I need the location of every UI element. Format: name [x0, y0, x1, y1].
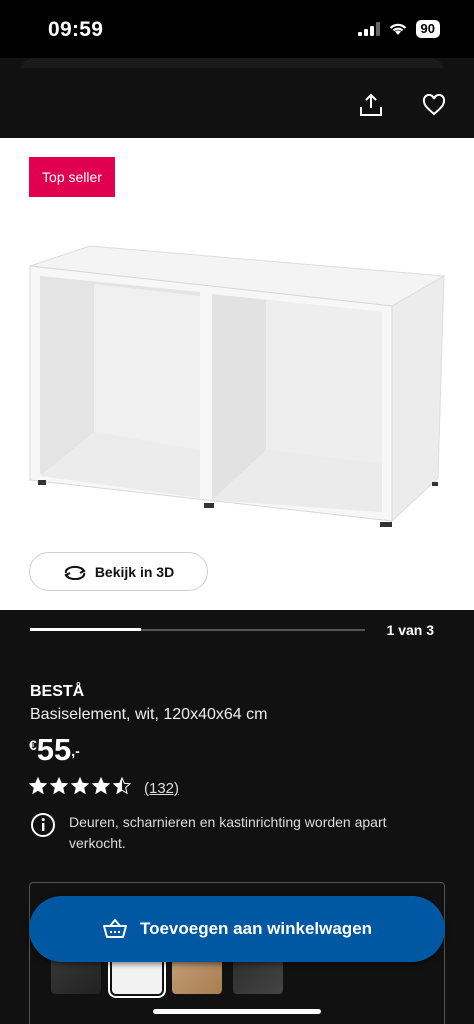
product-price: € 55 ,-	[29, 733, 80, 767]
wifi-icon	[389, 23, 406, 35]
star-icon	[70, 776, 90, 800]
star-icon	[112, 776, 132, 800]
add-to-cart-button[interactable]: Toevoegen aan winkelwagen	[29, 896, 445, 962]
heart-icon	[422, 94, 446, 116]
price-suffix: ,-	[71, 743, 80, 759]
battery-indicator: 90	[415, 20, 440, 38]
top-seller-badge: Top seller	[29, 157, 115, 197]
rating-stars	[28, 776, 132, 800]
star-icon	[49, 776, 69, 800]
gallery-progress	[30, 628, 365, 631]
status-bar: 09:59 90	[0, 0, 474, 58]
share-icon	[360, 93, 382, 116]
product-name: BESTÅ	[30, 683, 85, 700]
status-time: 09:59	[48, 18, 104, 41]
star-icon	[91, 776, 111, 800]
view-in-3d-button[interactable]: Bekijk in 3D	[29, 552, 208, 591]
add-to-cart-label: Toevoegen aan winkelwagen	[139, 919, 373, 938]
status-indicators: 90	[357, 20, 440, 38]
rotate-3d-icon	[64, 565, 86, 580]
sold-separately-notice: Deuren, scharnieren en kastinrichting wo…	[30, 812, 399, 854]
price-currency: €	[29, 737, 37, 753]
notice-text: Deuren, scharnieren en kastinrichting wo…	[69, 814, 387, 851]
product-image	[29, 245, 446, 527]
favourite-button[interactable]	[419, 90, 449, 120]
cart-icon	[102, 918, 127, 938]
star-icon	[28, 776, 48, 800]
product-image-gallery[interactable]: Top seller Bekijk in 3D	[0, 138, 474, 610]
top-bar	[0, 68, 474, 138]
info-icon	[31, 813, 55, 837]
share-button[interactable]	[356, 90, 386, 120]
product-description: Basiselement, wit, 120x40x64 cm	[30, 706, 268, 723]
home-indicator[interactable]	[153, 1009, 321, 1014]
review-count-link[interactable]: (132)	[144, 780, 179, 797]
gallery-progress-fill	[30, 628, 141, 631]
signal-icon	[357, 22, 380, 36]
price-amount: 55	[36, 732, 72, 767]
gallery-counter: 1 van 3	[386, 622, 434, 638]
product-rating[interactable]: (132)	[28, 776, 179, 800]
view-in-3d-label: Bekijk in 3D	[94, 563, 175, 580]
